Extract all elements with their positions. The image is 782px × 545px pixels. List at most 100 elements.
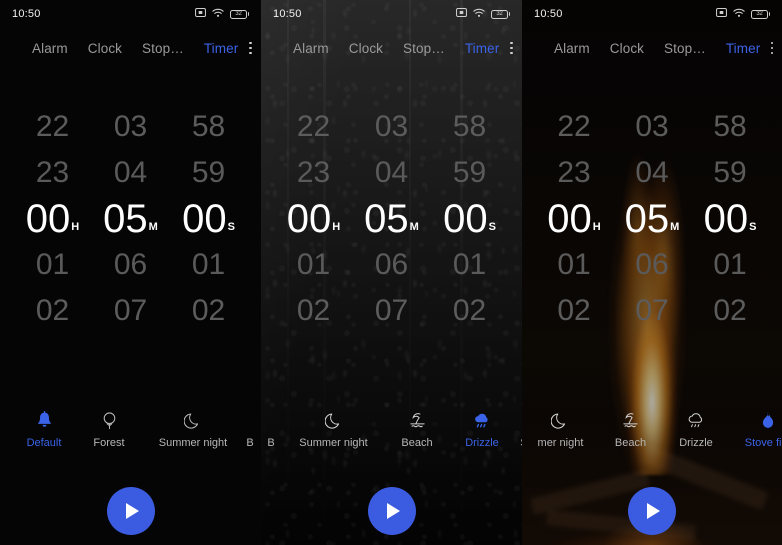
seconds-unit: S [227, 221, 235, 233]
tab-bar: Alarm Clock Stop… Timer [522, 28, 782, 68]
tab-stopwatch[interactable]: Stop… [654, 41, 716, 56]
tab-alarm[interactable]: Alarm [544, 41, 600, 56]
sound-option-summer-night[interactable]: Summer night [281, 405, 386, 449]
minutes-column[interactable]: 03 04 05 M 06 07 [613, 104, 691, 334]
hours-cell-below-2[interactable]: 02 [14, 288, 92, 334]
minutes-column[interactable]: 03 04 05 M 06 07 [92, 104, 170, 334]
sound-option-drizzle[interactable]: Drizzle [448, 405, 516, 449]
status-bar: 10:50 32 [0, 0, 261, 28]
tab-stopwatch[interactable]: Stop… [393, 41, 455, 56]
minutes-selected[interactable]: 05 M [613, 196, 691, 242]
tab-alarm[interactable]: Alarm [283, 41, 339, 56]
hours-cell-above-1[interactable]: 23 [14, 150, 92, 196]
sound-option-stove-fire[interactable]: Stove fire [729, 405, 782, 449]
seconds-cell-above-1[interactable]: 59 [431, 150, 509, 196]
tab-clock[interactable]: Clock [600, 41, 654, 56]
sound-option-beach-partial[interactable]: B [261, 405, 281, 449]
sound-label-summer-night: Summer night [158, 437, 228, 449]
hours-column[interactable]: 22 23 00 H 01 02 [275, 104, 353, 334]
seconds-cell-above-2[interactable]: 58 [691, 104, 769, 150]
drizzle-theme-panel: 10:50 32 Alarm Clock Stop… Timer 22 23 0… [261, 0, 522, 545]
seconds-cell-above-1[interactable]: 59 [691, 150, 769, 196]
minutes-cell-above-2[interactable]: 03 [353, 104, 431, 150]
minutes-selected[interactable]: 05 M [353, 196, 431, 242]
sound-option-beach[interactable]: Beach [598, 405, 663, 449]
minutes-cell-above-1[interactable]: 04 [613, 150, 691, 196]
seconds-cell-above-2[interactable]: 58 [431, 104, 509, 150]
hours-cell-above-2[interactable]: 22 [14, 104, 92, 150]
tab-timer[interactable]: Timer [455, 41, 510, 56]
minutes-cell-above-1[interactable]: 04 [92, 150, 170, 196]
sound-theme-strip[interactable]: B Summer night Beach Drizzle [261, 405, 522, 461]
sound-option-beach-partial[interactable]: B [238, 405, 261, 449]
status-bar-clock: 10:50 [12, 8, 41, 20]
minutes-column[interactable]: 03 04 05 M 06 07 [353, 104, 431, 334]
sound-option-drizzle[interactable]: Drizzle [663, 405, 729, 449]
hours-selected[interactable]: 00 H [535, 196, 613, 242]
tab-stopwatch[interactable]: Stop… [132, 41, 194, 56]
overflow-menu-icon[interactable] [770, 34, 774, 62]
sound-theme-strip[interactable]: Default Forest Summer night B [0, 405, 261, 461]
timer-picker[interactable]: 22 23 00 H 01 02 03 04 05 M 06 07 58 59 00… [522, 104, 782, 334]
hours-cell-below-2[interactable]: 02 [535, 288, 613, 334]
minutes-cell-above-2[interactable]: 03 [613, 104, 691, 150]
seconds-column[interactable]: 58 59 00 S 01 02 [431, 104, 509, 334]
play-button[interactable] [106, 487, 155, 535]
tab-alarm[interactable]: Alarm [22, 41, 78, 56]
seconds-column[interactable]: 58 59 00 S 01 02 [170, 104, 248, 334]
sound-label-beach: Beach [614, 437, 647, 449]
hours-column[interactable]: 22 23 00 H 01 02 [535, 104, 613, 334]
sound-option-summer-night[interactable]: Summer night [148, 405, 238, 449]
play-button-wrap [522, 487, 782, 535]
moon-icon [551, 409, 569, 431]
seconds-selected[interactable]: 00 S [691, 196, 769, 242]
seconds-cell-below-2[interactable]: 02 [170, 288, 248, 334]
seconds-cell-above-2[interactable]: 58 [170, 104, 248, 150]
overflow-menu-icon[interactable] [248, 34, 253, 62]
sound-option-beach[interactable]: Beach [386, 405, 448, 449]
sound-theme-strip[interactable]: mer night Beach Drizzle Stove fire [522, 405, 782, 461]
seconds-column[interactable]: 58 59 00 S 01 02 [691, 104, 769, 334]
play-button[interactable] [367, 487, 416, 535]
minutes-cell-below-2[interactable]: 07 [613, 288, 691, 334]
hours-cell-above-2[interactable]: 22 [275, 104, 353, 150]
seconds-selected[interactable]: 00 S [431, 196, 509, 242]
overflow-menu-icon[interactable] [509, 34, 514, 62]
tab-timer[interactable]: Timer [716, 41, 771, 56]
tab-clock[interactable]: Clock [339, 41, 393, 56]
tab-timer[interactable]: Timer [194, 41, 249, 56]
seconds-cell-below-2[interactable]: 02 [691, 288, 769, 334]
hours-cell-above-1[interactable]: 23 [275, 150, 353, 196]
hours-selected[interactable]: 00 H [14, 196, 92, 242]
minutes-cell-above-1[interactable]: 04 [353, 150, 431, 196]
tab-clock[interactable]: Clock [78, 41, 132, 56]
minutes-cell-above-2[interactable]: 03 [92, 104, 170, 150]
sound-label-beach-partial: B [246, 437, 254, 449]
hours-cell-below-1[interactable]: 01 [535, 242, 613, 288]
hours-cell-above-1[interactable]: 23 [535, 150, 613, 196]
seconds-selected[interactable]: 00 S [170, 196, 248, 242]
sound-option-summer-night-partial[interactable]: mer night [522, 405, 598, 449]
seconds-cell-below-1[interactable]: 01 [431, 242, 509, 288]
seconds-cell-above-1[interactable]: 59 [170, 150, 248, 196]
minutes-cell-below-2[interactable]: 07 [353, 288, 431, 334]
seconds-cell-below-1[interactable]: 01 [691, 242, 769, 288]
play-button[interactable] [628, 487, 676, 535]
hours-cell-below-1[interactable]: 01 [14, 242, 92, 288]
sound-option-forest[interactable]: Forest [70, 405, 148, 449]
minutes-selected[interactable]: 05 M [92, 196, 170, 242]
timer-picker[interactable]: 22 23 00 H 01 02 03 04 05 M 06 07 58 59 00… [261, 104, 522, 334]
hours-cell-above-2[interactable]: 22 [535, 104, 613, 150]
battery-icon: 32 [230, 9, 249, 19]
hours-cell-below-1[interactable]: 01 [275, 242, 353, 288]
hours-cell-below-2[interactable]: 02 [275, 288, 353, 334]
seconds-cell-below-2[interactable]: 02 [431, 288, 509, 334]
default-theme-panel: 10:50 32 Alarm Clock Stop… Timer 22 23 0… [0, 0, 261, 545]
minutes-cell-below-2[interactable]: 07 [92, 288, 170, 334]
hours-column[interactable]: 22 23 00 H 01 02 [14, 104, 92, 334]
hours-selected[interactable]: 00 H [275, 196, 353, 242]
timer-picker[interactable]: 22 23 00 H 01 02 03 04 05 M 06 07 58 59 00… [0, 104, 261, 334]
battery-icon: 32 [751, 9, 770, 19]
sound-option-default[interactable]: Default [18, 405, 70, 449]
seconds-cell-below-1[interactable]: 01 [170, 242, 248, 288]
